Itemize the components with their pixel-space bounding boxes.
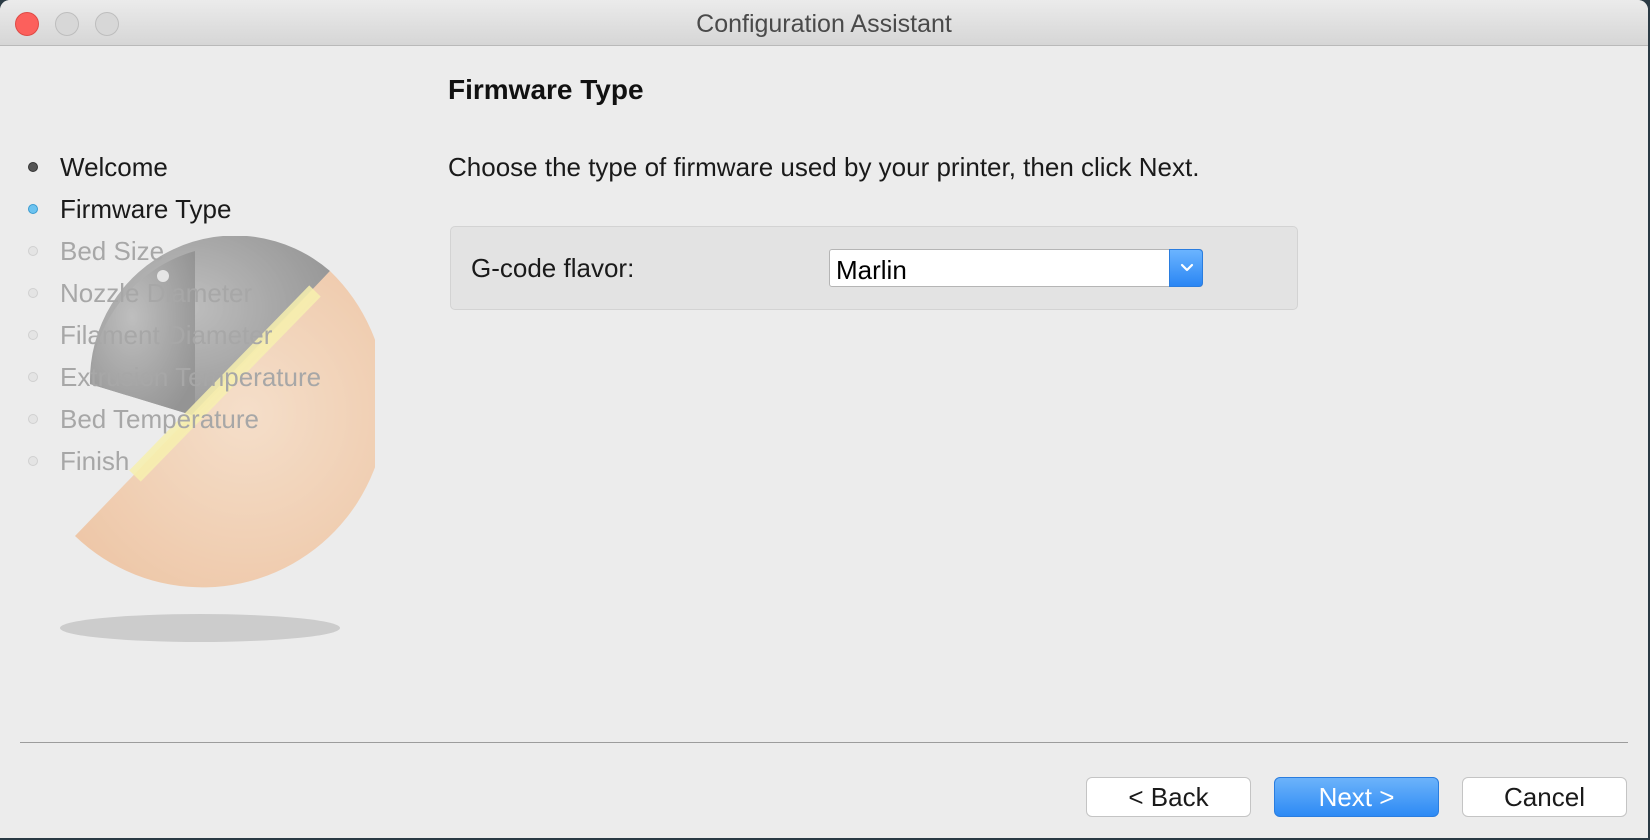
- step-pending-bullet-icon: [28, 456, 38, 466]
- steps-sidebar: Welcome Firmware Type Bed Size Nozzle Di…: [0, 46, 420, 736]
- step-label: Filament Diameter: [60, 319, 273, 350]
- step-label: Firmware Type: [60, 193, 232, 224]
- step-current-bullet-icon: [28, 204, 38, 214]
- page-title: Firmware Type: [448, 74, 644, 105]
- step-done-bullet-icon: [28, 162, 38, 172]
- step-pending-bullet-icon: [28, 414, 38, 424]
- gcode-flavor-selected-value: Marlin: [836, 255, 907, 285]
- step-bed-size: Bed Size: [28, 230, 321, 272]
- steps-list: Welcome Firmware Type Bed Size Nozzle Di…: [28, 146, 321, 482]
- step-pending-bullet-icon: [28, 288, 38, 298]
- step-pending-bullet-icon: [28, 372, 38, 382]
- back-button[interactable]: < Back: [1086, 777, 1251, 817]
- configuration-assistant-window: Configuration Assistant Welcome Firmware…: [0, 0, 1648, 838]
- step-firmware-type: Firmware Type: [28, 188, 321, 230]
- chevron-down-icon: [1180, 263, 1194, 272]
- gcode-flavor-group: G-code flavor: Marlin: [450, 226, 1298, 310]
- step-label: Finish: [60, 445, 130, 476]
- step-label: Bed Temperature: [60, 403, 259, 434]
- step-finish: Finish: [28, 440, 321, 482]
- step-pending-bullet-icon: [28, 246, 38, 256]
- footer-divider: [20, 742, 1628, 743]
- step-nozzle-diameter: Nozzle Diameter: [28, 272, 321, 314]
- dropdown-toggle[interactable]: [1169, 249, 1203, 287]
- step-label: Extrusion Temperature: [60, 361, 322, 392]
- step-label: Nozzle Diameter: [60, 277, 253, 308]
- cancel-button[interactable]: Cancel: [1462, 777, 1627, 817]
- step-pending-bullet-icon: [28, 330, 38, 340]
- window-title: Configuration Assistant: [696, 10, 952, 38]
- gcode-flavor-select[interactable]: Marlin: [829, 249, 1203, 287]
- step-filament-diameter: Filament Diameter: [28, 314, 321, 356]
- gcode-flavor-label: G-code flavor:: [471, 253, 635, 283]
- page-instructions: Choose the type of firmware used by your…: [448, 152, 1200, 182]
- step-bed-temperature: Bed Temperature: [28, 398, 321, 440]
- step-welcome: Welcome: [28, 146, 321, 188]
- next-button[interactable]: Next >: [1274, 777, 1439, 817]
- title-bar: Configuration Assistant: [0, 0, 1648, 46]
- step-label: Welcome: [60, 151, 168, 182]
- step-extrusion-temperature: Extrusion Temperature: [28, 356, 321, 398]
- step-label: Bed Size: [60, 235, 165, 266]
